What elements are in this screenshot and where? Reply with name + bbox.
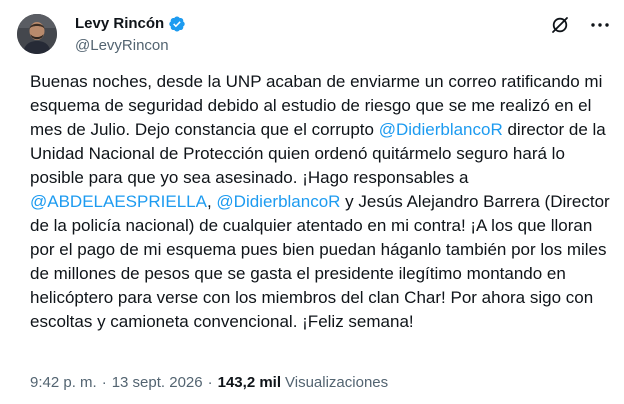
tweet-time-link[interactable]: 9:42 p. m. [30, 373, 97, 393]
author-handle[interactable]: @LevyRincon [75, 36, 169, 56]
tweet-date-link[interactable]: 13 sept. 2026 [112, 373, 203, 393]
mention-link-abdelaespriella[interactable]: @ABDELAESPRIELLA [30, 192, 207, 211]
author-avatar[interactable] [17, 14, 57, 54]
avatar-image [17, 14, 57, 54]
tweet-text-segment: y Jesús Alejandro Barrera (Director de l… [30, 192, 610, 331]
tweet-text-segment: , [206, 192, 217, 211]
tweet-card: Levy Rincón @LevyRincon Buenas noches, d… [0, 0, 624, 404]
meta-separator: · [207, 374, 213, 391]
grok-icon[interactable] [550, 15, 570, 35]
views-label: Visualizaciones [285, 374, 389, 391]
meta-separator: · [101, 374, 107, 391]
views-count: 143,2 mil [217, 374, 282, 391]
tweet-metadata: 9:42 p. m. · 13 sept. 2026 · 143,2 mil V… [30, 373, 388, 393]
mention-link-didierblancor-2[interactable]: @DidierblancoR [216, 192, 340, 211]
tweet-text: Buenas noches, desde la UNP acaban de en… [30, 70, 610, 334]
verified-badge-icon[interactable] [168, 15, 186, 33]
author-name-row: Levy Rincón [75, 14, 186, 34]
more-options-icon[interactable] [588, 14, 612, 36]
mention-link-didierblancor[interactable]: @DidierblancoR [379, 120, 503, 139]
author-display-name[interactable]: Levy Rincón [75, 14, 164, 34]
